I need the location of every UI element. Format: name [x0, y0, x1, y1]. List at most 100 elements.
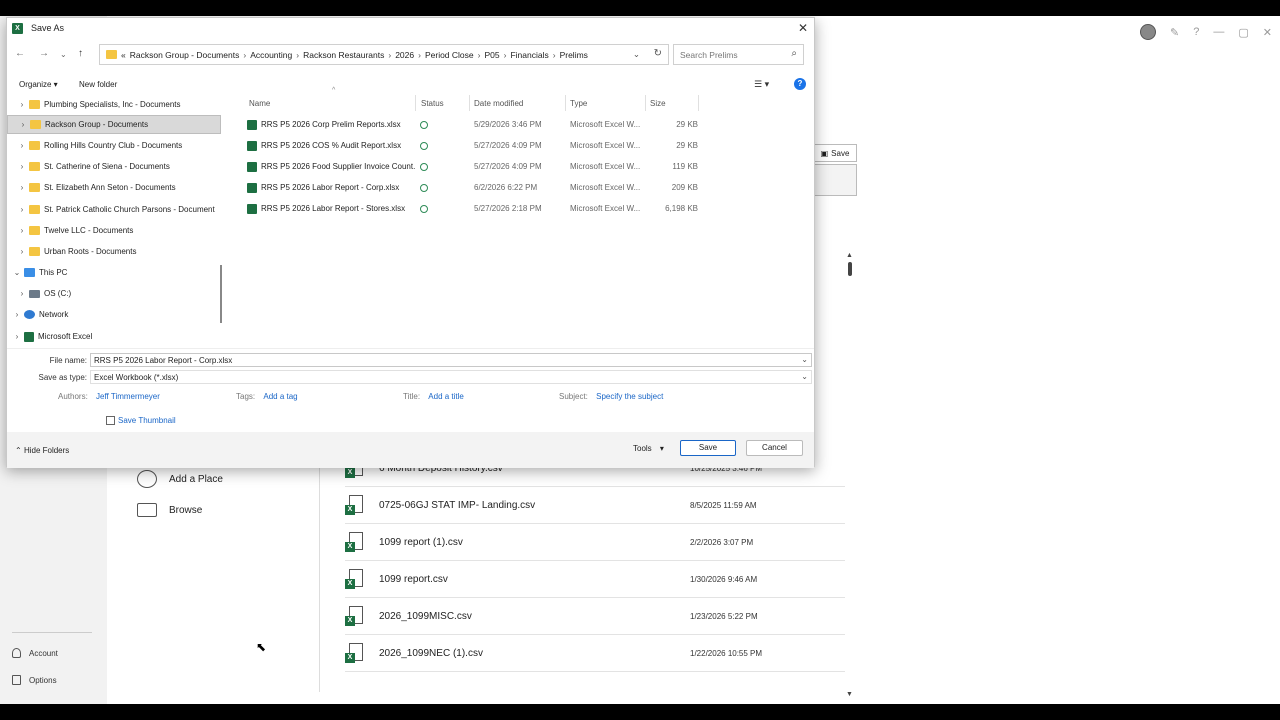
breadcrumb[interactable]: Financials: [510, 50, 548, 60]
tree-item-os-drive[interactable]: › OS (C:): [7, 284, 221, 303]
recent-scrollbar[interactable]: ▲ ▼: [846, 252, 854, 698]
file-row[interactable]: RRS P5 2026 COS % Audit Report.xlsx 5/27…: [233, 136, 698, 155]
recent-file[interactable]: X 2026_1099MISC.csv 1/23/2026 5:22 PM: [345, 598, 845, 635]
expand-chevron-icon[interactable]: ›: [15, 289, 29, 298]
recent-file[interactable]: X 0725-06GJ STAT IMP- Landing.csv 8/5/20…: [345, 487, 845, 524]
view-options-icon[interactable]: ☰ ▾: [754, 79, 769, 90]
tags-value[interactable]: Add a tag: [263, 392, 297, 401]
close-icon[interactable]: ✕: [1263, 26, 1272, 39]
chevron-down-icon[interactable]: ⌄: [801, 372, 808, 381]
save-thumbnail-checkbox[interactable]: Save Thumbnail: [106, 416, 176, 425]
recent-locations-chevron-icon[interactable]: ⌄: [60, 50, 67, 59]
file-row[interactable]: RRS P5 2026 Food Supplier Invoice Count.…: [233, 157, 698, 176]
chevron-down-icon[interactable]: ⌄: [801, 355, 808, 364]
column-header-size[interactable]: Size: [650, 99, 666, 115]
breadcrumb-separator-icon[interactable]: ›: [243, 50, 246, 60]
up-arrow-icon[interactable]: ↑: [78, 48, 83, 59]
breadcrumb[interactable]: 2026: [395, 50, 414, 60]
save-button[interactable]: Save: [680, 440, 736, 456]
breadcrumb-current[interactable]: Prelims: [560, 50, 588, 60]
breadcrumb[interactable]: Rackson Restaurants: [303, 50, 384, 60]
breadcrumb-separator-icon[interactable]: ›: [388, 50, 391, 60]
tree-item-this-pc[interactable]: ⌄ This PC: [7, 263, 221, 282]
refresh-icon[interactable]: ↻: [654, 48, 662, 59]
breadcrumb-overflow[interactable]: «: [121, 50, 126, 60]
minimize-icon[interactable]: —: [1213, 26, 1224, 38]
scroll-down-icon[interactable]: ▼: [846, 691, 853, 698]
column-separator[interactable]: [565, 95, 566, 111]
back-arrow-icon[interactable]: ←: [15, 48, 25, 59]
tree-item-network[interactable]: › Network: [7, 305, 221, 324]
feedback-icon[interactable]: ✎: [1170, 26, 1179, 39]
scroll-up-icon[interactable]: ▲: [846, 252, 853, 259]
title-value[interactable]: Add a title: [428, 392, 464, 401]
breadcrumb-separator-icon[interactable]: ›: [478, 50, 481, 60]
recent-file[interactable]: X 1099 report.csv 1/30/2026 9:46 AM: [345, 561, 845, 598]
file-row[interactable]: RRS P5 2026 Corp Prelim Reports.xlsx 5/2…: [233, 115, 698, 134]
breadcrumb-separator-icon[interactable]: ›: [504, 50, 507, 60]
add-a-place[interactable]: Add a Place: [137, 470, 223, 488]
breadcrumb-separator-icon[interactable]: ›: [296, 50, 299, 60]
close-icon[interactable]: ✕: [798, 21, 808, 35]
search-icon[interactable]: ⌕: [791, 48, 797, 59]
browse[interactable]: Browse: [137, 503, 202, 517]
help-icon[interactable]: ?: [1193, 26, 1199, 38]
expand-chevron-icon[interactable]: ›: [15, 247, 29, 256]
column-separator[interactable]: [698, 95, 699, 111]
help-icon[interactable]: ?: [794, 78, 806, 90]
file-row[interactable]: RRS P5 2026 Labor Report - Corp.xlsx 6/2…: [233, 178, 698, 197]
expand-chevron-icon[interactable]: ›: [15, 141, 29, 150]
expand-chevron-icon[interactable]: ›: [15, 162, 29, 171]
new-folder-button[interactable]: New folder: [79, 80, 117, 89]
breadcrumb[interactable]: Period Close: [425, 50, 474, 60]
avatar[interactable]: [1140, 24, 1157, 40]
chevron-down-icon[interactable]: ⌄: [633, 49, 640, 60]
tree-item[interactable]: › St. Catherine of Siena - Documents: [7, 157, 221, 176]
expand-chevron-icon[interactable]: ›: [15, 183, 29, 192]
cancel-button[interactable]: Cancel: [746, 440, 803, 456]
expand-chevron-icon[interactable]: ›: [10, 332, 24, 341]
expand-chevron-icon[interactable]: ›: [15, 205, 29, 214]
subject-value[interactable]: Specify the subject: [596, 392, 663, 401]
options-nav[interactable]: Options: [12, 675, 57, 685]
tools-button[interactable]: Tools ▾: [633, 444, 664, 453]
address-bar[interactable]: « Rackson Group - Documents › Accounting ›…: [99, 44, 669, 65]
file-row[interactable]: RRS P5 2026 Labor Report - Stores.xlsx 5…: [233, 199, 698, 218]
checkbox-icon[interactable]: [106, 416, 115, 425]
expand-chevron-icon[interactable]: ›: [15, 226, 29, 235]
tree-item[interactable]: › Plumbing Specialists, Inc - Documents: [7, 95, 221, 114]
breadcrumb[interactable]: P05: [484, 50, 499, 60]
tree-item-microsoft-excel[interactable]: › Microsoft Excel: [7, 327, 221, 345]
breadcrumb-separator-icon[interactable]: ›: [553, 50, 556, 60]
backstage-save-button[interactable]: ▣ Save: [813, 144, 857, 162]
expand-chevron-icon[interactable]: ›: [15, 100, 29, 109]
organize-button[interactable]: Organize ▾: [19, 80, 58, 89]
maximize-icon[interactable]: ▢: [1238, 26, 1248, 39]
column-separator[interactable]: [415, 95, 416, 111]
file-name-field[interactable]: RRS P5 2026 Labor Report - Corp.xlsx ⌄: [90, 353, 812, 367]
collapse-chevron-icon[interactable]: ⌄: [10, 268, 24, 277]
recent-file[interactable]: X 2026_1099NEC (1).csv 1/22/2026 10:55 P…: [345, 635, 845, 672]
authors-value[interactable]: Jeff Timmermeyer: [96, 392, 160, 401]
breadcrumb-separator-icon[interactable]: ›: [418, 50, 421, 60]
column-header-date-modified[interactable]: Date modified: [474, 99, 523, 115]
scroll-thumb[interactable]: [848, 262, 852, 276]
breadcrumb[interactable]: Rackson Group - Documents: [130, 50, 240, 60]
tree-item[interactable]: › Urban Roots - Documents: [7, 242, 221, 261]
column-header-type[interactable]: Type: [570, 99, 587, 115]
tree-item[interactable]: › Rolling Hills Country Club - Documents: [7, 136, 221, 155]
hide-folders-button[interactable]: ⌃ Hide Folders: [15, 446, 69, 455]
expand-chevron-icon[interactable]: ›: [10, 310, 24, 319]
save-as-type-select[interactable]: Excel Workbook (*.xlsx) ⌄: [90, 370, 812, 384]
column-header-name[interactable]: Name: [249, 99, 270, 115]
account-nav[interactable]: Account: [12, 648, 58, 658]
tree-item[interactable]: › Twelve LLC - Documents: [7, 221, 221, 240]
column-separator[interactable]: [469, 95, 470, 111]
tree-item[interactable]: › St. Patrick Catholic Church Parsons - …: [7, 200, 221, 219]
recent-file[interactable]: X 1099 report (1).csv 2/2/2026 3:07 PM: [345, 524, 845, 561]
forward-arrow-icon[interactable]: →: [39, 48, 49, 59]
search-input[interactable]: Search Prelims ⌕: [673, 44, 804, 65]
column-header-status[interactable]: Status: [421, 99, 444, 115]
tree-item-selected[interactable]: › Rackson Group - Documents: [7, 115, 221, 134]
breadcrumb[interactable]: Accounting: [250, 50, 292, 60]
